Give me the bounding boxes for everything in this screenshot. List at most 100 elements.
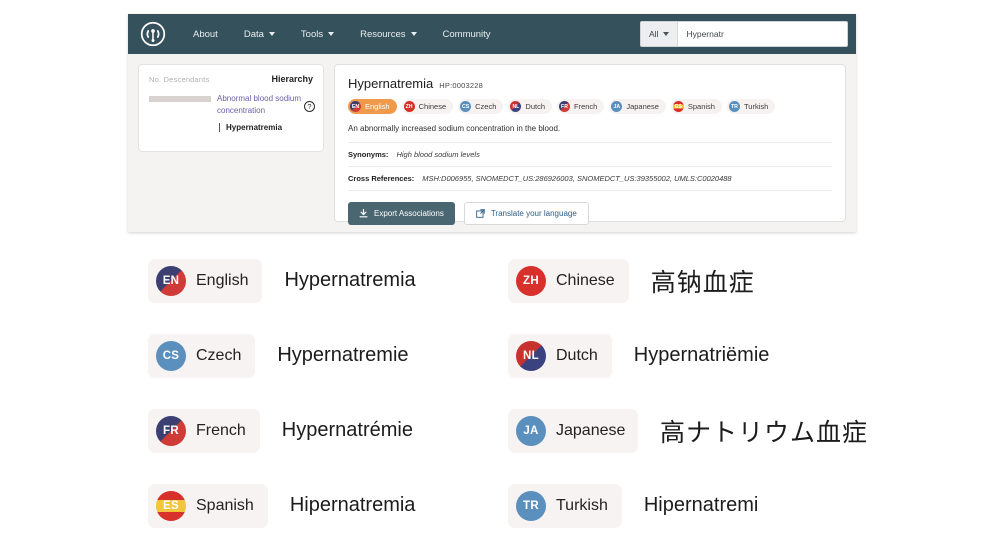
language-chip-nl[interactable]: NL Dutch	[508, 99, 552, 114]
language-pill-nl[interactable]: NL Dutch	[508, 333, 612, 378]
search-bar: All	[640, 21, 848, 47]
language-name: Turkish	[556, 496, 608, 514]
language-pill-cs[interactable]: CS Czech	[148, 333, 256, 378]
language-pill-es[interactable]: ES Spanish	[148, 483, 268, 528]
language-pill-en[interactable]: EN English	[148, 258, 263, 303]
translation-cell-french: FR French Hypernatrémie	[148, 408, 508, 453]
nav-links: About Data Tools Resources Community	[180, 23, 504, 46]
term-id: HP:0003228	[439, 81, 483, 90]
language-chip-ja[interactable]: JA Japanese	[609, 99, 666, 114]
translation-text: Hipernatremia	[289, 494, 416, 516]
term-actions: Export Associations Translate your langu…	[348, 202, 832, 225]
descendants-bar	[149, 96, 211, 102]
chip-label: Czech	[475, 102, 497, 111]
avatar-code: TR	[523, 499, 539, 512]
translation-row: ES Spanish Hipernatremia TR Turkish Hipe…	[148, 468, 868, 543]
language-name: French	[196, 421, 246, 439]
language-pill-tr[interactable]: TR Turkish	[508, 483, 622, 528]
language-pill-zh[interactable]: ZH Chinese	[508, 258, 629, 303]
avatar-code: NL	[523, 349, 539, 362]
flag-avatar-cs: CS	[460, 101, 472, 112]
language-pill-ja[interactable]: JA Japanese	[508, 408, 638, 453]
chevron-down-icon	[663, 32, 670, 36]
translate-language-button[interactable]: Translate your language	[463, 202, 589, 225]
synonyms-value: High blood sodium levels	[396, 150, 480, 159]
navbar: About Data Tools Resources Community All	[128, 14, 856, 54]
translations-grid: EN English Hypernatremia ZH Chinese 高钠血症…	[148, 243, 868, 543]
translation-cell-czech: CS Czech Hypernatremie	[148, 333, 508, 378]
nav-item-data[interactable]: Data	[231, 23, 288, 46]
synonyms-row: Synonyms: High blood sodium levels	[348, 143, 832, 167]
translation-cell-spanish: ES Spanish Hipernatremia	[148, 483, 508, 528]
hierarchy-current-term[interactable]: Hypernatremia	[219, 123, 313, 133]
language-pill-fr[interactable]: FR French	[148, 408, 260, 453]
language-name: Czech	[196, 346, 242, 364]
nav-item-about[interactable]: About	[180, 23, 231, 46]
language-chip-en[interactable]: EN English	[348, 99, 397, 114]
language-chip-tr[interactable]: TR Turkish	[726, 99, 776, 114]
flag-avatar-tr: TR	[728, 101, 740, 112]
page-title: Hypernatremia	[348, 76, 434, 91]
avatar-code: FR	[163, 424, 179, 437]
language-chip-zh[interactable]: ZH Chinese	[401, 99, 454, 114]
export-associations-button[interactable]: Export Associations	[348, 202, 455, 225]
nav-item-label: About	[193, 28, 218, 40]
export-associations-label: Export Associations	[374, 209, 444, 218]
flag-avatar-nl: NL	[516, 340, 546, 371]
hierarchy-title: Hierarchy	[271, 74, 313, 84]
cross-references-row: Cross References: MSH:D006955, SNOMEDCT_…	[348, 167, 832, 191]
broadcast-antenna-icon[interactable]	[140, 21, 166, 47]
translation-cell-english: EN English Hypernatremia	[148, 258, 508, 303]
search-scope-dropdown[interactable]: All	[641, 22, 679, 46]
language-name: Chinese	[556, 271, 615, 289]
translation-cell-turkish: TR Turkish Hipernatremi	[508, 483, 868, 528]
descendants-label: No. Descendants	[149, 75, 210, 84]
avatar-code: CS	[162, 349, 180, 362]
app-window: About Data Tools Resources Community All	[128, 14, 856, 232]
hierarchy-card: No. Descendants Hierarchy Abnormal blood…	[138, 64, 324, 152]
nav-item-tools[interactable]: Tools	[288, 23, 347, 46]
download-icon	[359, 209, 368, 218]
hierarchy-header: No. Descendants Hierarchy	[149, 74, 313, 84]
flag-avatar-fr: FR	[156, 415, 186, 446]
chevron-down-icon	[328, 32, 335, 36]
search-input[interactable]	[678, 22, 847, 46]
flag-avatar-ja: JA	[611, 101, 623, 112]
flag-avatar-cs: CS	[156, 340, 186, 371]
hierarchy-parent-row: Abnormal blood sodium concentration	[149, 93, 313, 116]
nav-item-community[interactable]: Community	[430, 23, 504, 46]
nav-item-label: Data	[243, 28, 264, 40]
language-chip-fr[interactable]: FR French	[557, 99, 605, 114]
avatar-code: ES	[163, 499, 179, 512]
chip-label: Spanish	[687, 102, 715, 111]
chip-label: English	[365, 102, 390, 111]
term-description: An abnormally increased sodium concentra…	[348, 124, 832, 143]
nav-item-resources[interactable]: Resources	[347, 23, 429, 46]
flag-avatar-zh: ZH	[516, 265, 546, 296]
translation-text: Hypernatremia	[284, 269, 416, 291]
nav-item-label: Tools	[300, 28, 324, 40]
flag-avatar-en: EN	[156, 265, 186, 296]
translation-row: CS Czech Hypernatremie NL Dutch Hypernat…	[148, 318, 868, 393]
language-name: Spanish	[196, 496, 254, 514]
language-chip-es[interactable]: ES Spanish	[670, 99, 722, 114]
flag-avatar-es: ES	[672, 101, 684, 112]
term-title-row: Hypernatremia HP:0003228	[348, 76, 832, 91]
flag-avatar-tr: TR	[516, 490, 546, 521]
translation-text: Hipernatremi	[643, 494, 759, 516]
translation-row: FR French Hypernatrémie JA Japanese 高ナトリ…	[148, 393, 868, 468]
translation-text: Hypernatremie	[277, 344, 409, 366]
term-card: Hypernatremia HP:0003228 EN English ZH C…	[334, 64, 846, 225]
help-icon[interactable]: ?	[304, 101, 315, 112]
nav-item-label: Community	[442, 28, 491, 40]
language-chip-cs[interactable]: CS Czech	[458, 99, 504, 114]
translation-text: Hypernatrémie	[281, 419, 413, 441]
translation-cell-japanese: JA Japanese 高ナトリウム血症	[508, 408, 868, 453]
hierarchy-parent-link[interactable]: Abnormal blood sodium concentration	[217, 93, 305, 116]
language-name: English	[196, 271, 249, 289]
translation-text: Hypernatriëmie	[633, 344, 770, 366]
avatar-code: EN	[162, 274, 180, 287]
chevron-down-icon	[410, 32, 417, 36]
external-link-icon	[476, 209, 485, 218]
chip-label: Japanese	[626, 102, 659, 111]
